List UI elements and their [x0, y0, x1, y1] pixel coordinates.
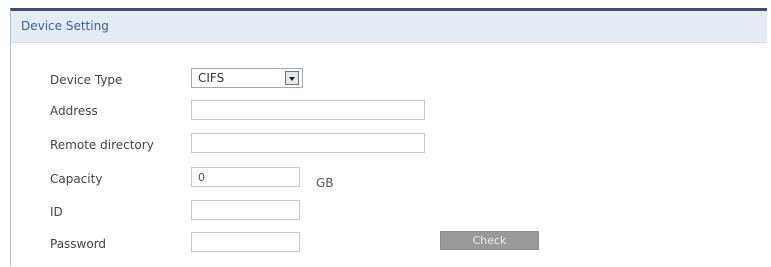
remote-directory-input[interactable] [191, 133, 425, 153]
panel-title: Device Setting [21, 19, 109, 33]
capacity-label: Capacity [50, 172, 103, 186]
capacity-unit: GB [316, 176, 334, 190]
chevron-down-icon[interactable] [285, 71, 299, 85]
address-input[interactable] [191, 100, 425, 120]
password-label: Password [50, 237, 107, 251]
device-type-value: CIFS [198, 71, 225, 85]
panel-header: Device Setting [11, 11, 767, 43]
password-input[interactable] [191, 232, 300, 252]
remote-directory-label: Remote directory [50, 138, 154, 152]
device-type-select[interactable]: CIFS [191, 68, 303, 88]
id-input[interactable] [191, 200, 300, 220]
check-button[interactable]: Check [440, 231, 539, 250]
device-setting-panel: Device Setting Device Type CIFS Address … [10, 8, 767, 266]
device-type-label: Device Type [50, 73, 123, 87]
address-label: Address [50, 104, 98, 118]
id-label: ID [50, 205, 63, 219]
capacity-input[interactable] [191, 167, 300, 187]
